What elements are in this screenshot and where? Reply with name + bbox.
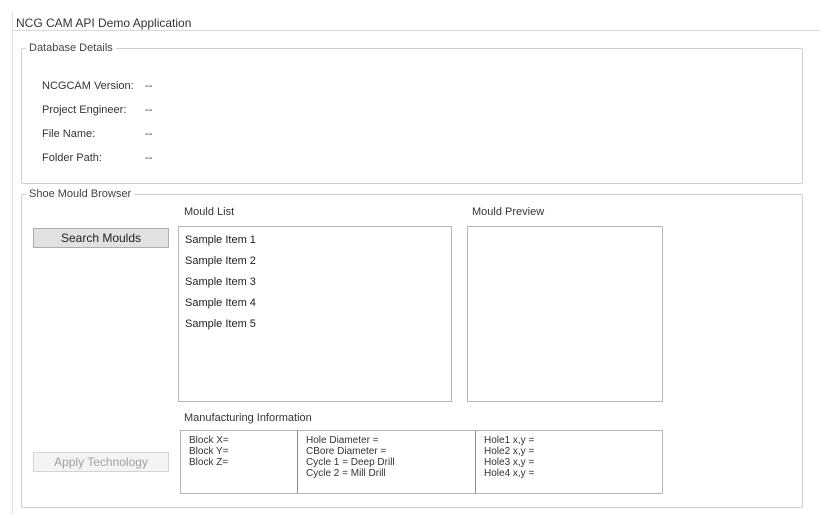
block-y-text: Block Y= [189, 446, 229, 457]
hole-positions-column: Hole1 x,y = Hole2 x,y = Hole3 x,y = Hole… [475, 431, 662, 493]
project-engineer-row: Project Engineer: -- [42, 104, 152, 116]
list-item[interactable]: Sample Item 3 [179, 272, 451, 293]
mould-list[interactable]: Sample Item 1 Sample Item 2 Sample Item … [178, 226, 452, 402]
cbore-diameter-text: CBore Diameter = [306, 446, 387, 457]
list-item[interactable]: Sample Item 5 [179, 314, 451, 335]
block-x-text: Block X= [189, 435, 229, 446]
list-item[interactable]: Sample Item 4 [179, 293, 451, 314]
manufacturing-information-box: Block X= Block Y= Block Z= Hole Diameter… [180, 430, 663, 494]
ncgcam-version-row: NCGCAM Version: -- [42, 80, 152, 92]
ncgcam-version-label: NCGCAM Version: [42, 80, 134, 92]
list-item[interactable]: Sample Item 1 [179, 230, 451, 251]
hole1-text: Hole1 x,y = [484, 435, 535, 446]
folder-path-value: -- [145, 152, 153, 164]
apply-technology-button[interactable]: Apply Technology [33, 452, 169, 472]
hole3-text: Hole3 x,y = [484, 457, 535, 468]
mould-preview-pane [467, 226, 663, 402]
folder-path-row: Folder Path: -- [42, 152, 152, 164]
block-z-text: Block Z= [189, 457, 229, 468]
shoe-mould-browser-legend: Shoe Mould Browser [29, 188, 132, 200]
hole-diameter-text: Hole Diameter = [306, 435, 379, 446]
hole2-text: Hole2 x,y = [484, 446, 535, 457]
database-details-legend: Database Details [29, 42, 113, 54]
project-engineer-label: Project Engineer: [42, 104, 127, 116]
ncgcam-version-value: -- [145, 80, 153, 92]
file-name-value: -- [145, 128, 153, 140]
search-moulds-button[interactable]: Search Moulds [33, 228, 169, 248]
mould-preview-label: Mould Preview [472, 206, 545, 218]
hole4-text: Hole4 x,y = [484, 468, 535, 479]
mould-list-label: Mould List [184, 206, 235, 218]
file-name-row: File Name: -- [42, 128, 152, 140]
window-title: NCG CAM API Demo Application [16, 16, 192, 30]
file-name-label: File Name: [42, 128, 96, 140]
title-divider [12, 30, 820, 31]
cycle-2-text: Cycle 2 = Mill Drill [306, 468, 386, 479]
manufacturing-information-label: Manufacturing Information [184, 412, 312, 424]
hole-parameters-column: Hole Diameter = CBore Diameter = Cycle 1… [297, 431, 475, 493]
cycle-1-text: Cycle 1 = Deep Drill [306, 457, 395, 468]
database-details-group: Database Details NCGCAM Version: -- Proj… [21, 42, 803, 184]
list-item[interactable]: Sample Item 2 [179, 251, 451, 272]
block-dimensions-column: Block X= Block Y= Block Z= [181, 431, 297, 493]
project-engineer-value: -- [145, 104, 153, 116]
folder-path-label: Folder Path: [42, 152, 102, 164]
